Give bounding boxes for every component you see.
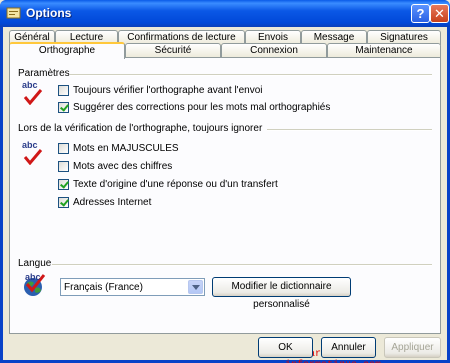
cancel-button[interactable]: Annuler: [321, 337, 376, 358]
tab-maintenance[interactable]: Maintenance: [327, 43, 441, 58]
adresses-internet-label: Adresses Internet: [73, 197, 152, 208]
langue-divider: [52, 264, 432, 266]
ignorer-group-label: Lors de la vérification de l'orthographe…: [18, 123, 263, 134]
ignorer-divider: [267, 129, 432, 131]
texte-origine-label: Texte d'origine d'une réponse ou d'un tr…: [73, 179, 278, 190]
mots-chiffres-label: Mots avec des chiffres: [73, 161, 173, 172]
options-window: Options ? ✕ Général Lecture Confirmation…: [0, 0, 450, 363]
langue-group-label: Langue: [18, 258, 52, 269]
close-button[interactable]: ✕: [430, 4, 449, 23]
spellcheck-icon: abc: [22, 140, 44, 166]
tab-connexion[interactable]: Connexion: [221, 43, 327, 58]
option-adresses-internet[interactable]: Adresses Internet: [58, 196, 151, 209]
help-button[interactable]: ?: [411, 4, 430, 23]
spellcheck-icon: abc: [22, 80, 44, 106]
suggerer-corrections-label: Suggérer des corrections pour les mots m…: [73, 102, 331, 113]
option-toujours-verifier[interactable]: Toujours vérifier l'orthographe avant l'…: [58, 84, 262, 97]
parametres-group-label: Paramètres: [18, 68, 70, 79]
ok-button[interactable]: OK: [258, 337, 313, 358]
texte-origine-checkbox[interactable]: [58, 179, 69, 190]
option-mots-chiffres[interactable]: Mots avec des chiffres: [58, 160, 172, 173]
parametres-divider: [70, 74, 432, 76]
language-globe-icon: abc: [22, 272, 46, 300]
tab-securite[interactable]: Sécurité: [125, 43, 221, 58]
option-suggerer-corrections[interactable]: Suggérer des corrections pour les mots m…: [58, 101, 330, 114]
title-bar[interactable]: Options ? ✕: [0, 0, 450, 27]
suggerer-corrections-checkbox[interactable]: [58, 102, 69, 113]
toujours-verifier-checkbox[interactable]: [58, 85, 69, 96]
modifier-dictionnaire-button[interactable]: Modifier le dictionnaire personnalisé: [212, 277, 351, 310]
langue-select[interactable]: Français (France): [60, 278, 205, 296]
tab-orthographe[interactable]: Orthographe: [9, 42, 125, 59]
mots-majuscules-checkbox[interactable]: [58, 143, 69, 154]
chevron-down-icon[interactable]: [188, 280, 203, 294]
option-texte-origine[interactable]: Texte d'origine d'une réponse ou d'un tr…: [58, 178, 278, 191]
option-mots-majuscules[interactable]: Mots en MAJUSCULES: [58, 142, 179, 155]
mots-chiffres-checkbox[interactable]: [58, 161, 69, 172]
adresses-internet-checkbox[interactable]: [58, 197, 69, 208]
window-title: Options: [26, 6, 72, 20]
mots-majuscules-label: Mots en MAJUSCULES: [73, 143, 179, 154]
langue-select-value: Français (France): [64, 282, 143, 293]
orthographe-panel: Paramètres abc Toujours vérifier l'ortho…: [9, 57, 441, 363]
options-window-icon: [6, 7, 21, 19]
apply-button[interactable]: Appliquer: [384, 337, 441, 358]
dialog-client-area: Général Lecture Confirmations de lecture…: [3, 27, 447, 363]
toujours-verifier-label: Toujours vérifier l'orthographe avant l'…: [73, 85, 263, 96]
